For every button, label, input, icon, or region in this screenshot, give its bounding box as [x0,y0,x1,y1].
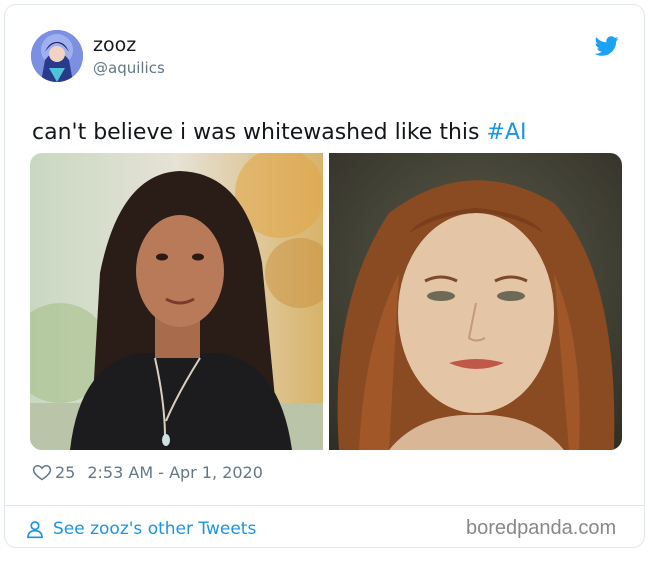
ai-painting[interactable] [329,153,622,450]
person-icon [27,521,43,539]
tweet-card: zooz @aquilics can't believe i was white… [4,4,645,548]
like-count[interactable]: 25 [55,463,75,482]
watermark: boredpanda.com [466,517,617,539]
other-tweets-label[interactable]: See zooz's other Tweets [53,519,256,539]
hashtag-link[interactable]: #AI [486,120,526,145]
user-handle[interactable]: @aquilics [93,58,165,78]
tweet-text: can't believe i was whitewashed like thi… [32,118,526,148]
timestamp[interactable]: 2:53 AM - Apr 1, 2020 [87,463,263,482]
avatar[interactable] [31,30,83,82]
divider [5,505,644,506]
original-photo[interactable] [30,153,323,450]
display-name[interactable]: zooz [93,33,136,57]
tweet-text-body: can't believe i was whitewashed like thi… [32,120,487,145]
heart-icon[interactable] [32,462,52,482]
twitter-bird-icon[interactable] [595,34,619,58]
other-tweets-link[interactable]: See zooz's other Tweets [25,517,256,541]
tweet-meta: 25 2:53 AM - Apr 1, 2020 [32,460,263,484]
